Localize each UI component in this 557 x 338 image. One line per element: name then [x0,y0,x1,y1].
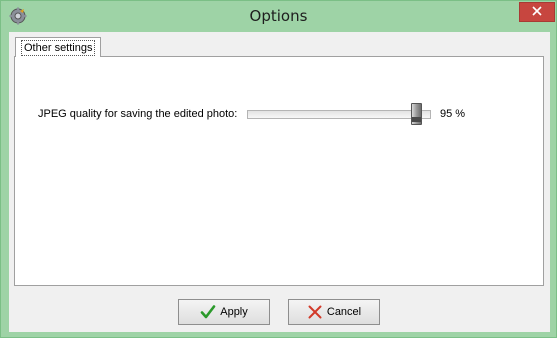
window-title: Options [249,7,308,25]
close-button[interactable] [519,2,555,22]
tab-panel: JPEG quality for saving the edited photo… [14,56,544,286]
close-icon [532,5,542,19]
apply-button[interactable]: Apply [178,299,270,325]
checkmark-icon [200,304,216,320]
slider-track[interactable] [247,110,431,119]
options-dialog: Options Other settings JPEG quality for … [0,0,557,338]
title-bar[interactable]: Options [1,1,556,31]
x-icon [307,304,323,320]
tab-label: Other settings [21,40,96,56]
apply-label: Apply [220,306,248,318]
dialog-content: Other settings JPEG quality for saving t… [9,32,550,332]
jpeg-quality-label: JPEG quality for saving the edited photo… [38,108,238,120]
jpeg-quality-slider[interactable] [247,103,433,127]
tab-other-settings[interactable]: Other settings [15,37,102,57]
slider-thumb[interactable] [411,103,422,125]
cancel-button[interactable]: Cancel [288,299,380,325]
cancel-label: Cancel [326,306,362,318]
jpeg-quality-value: 95 % [440,108,466,120]
